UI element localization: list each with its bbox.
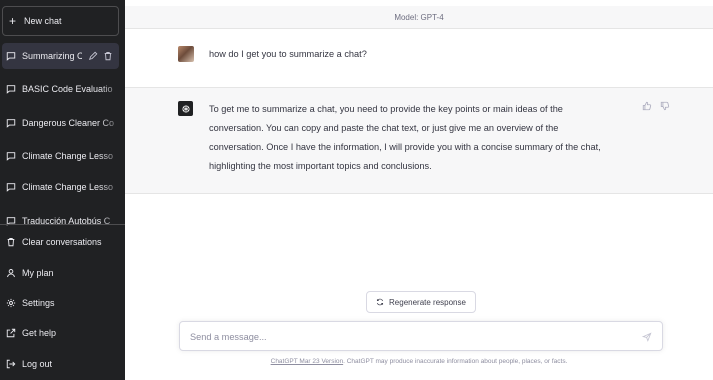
log-out-button[interactable]: Log out — [0, 351, 125, 377]
sidebar: + New chat Summarizing C BASIC Code Eval… — [0, 0, 125, 380]
conversation-item[interactable]: BASIC Code Evaluatio — [0, 76, 125, 102]
log-out-label: Log out — [22, 359, 53, 369]
footer-disclaimer: ChatGPT Mar 23 Version. ChatGPT may prod… — [125, 358, 713, 365]
get-help-label: Get help — [22, 328, 57, 338]
plus-icon: + — [9, 14, 17, 28]
conversation-title: Climate Change Lesso — [22, 182, 125, 192]
model-label: Model: GPT-4 — [394, 12, 444, 22]
thumbs-up-icon[interactable] — [642, 101, 652, 111]
assistant-line: conversation. You can copy and paste the… — [209, 123, 559, 133]
model-header: Model: GPT-4 — [125, 6, 713, 29]
get-help-button[interactable]: Get help — [0, 320, 125, 346]
refresh-icon — [376, 298, 384, 306]
sidebar-divider — [0, 224, 125, 225]
gear-icon — [6, 298, 16, 308]
version-link[interactable]: ChatGPT Mar 23 Version — [271, 358, 344, 365]
conversation-item[interactable]: Dangerous Cleaner Co — [0, 110, 125, 136]
user-icon — [6, 268, 16, 278]
edit-icon[interactable] — [88, 51, 98, 61]
message-input[interactable] — [190, 329, 620, 345]
assistant-line: To get me to summarize a chat, you need … — [209, 104, 563, 114]
trash-icon — [6, 237, 16, 247]
my-plan-label: My plan — [22, 268, 54, 278]
conversation-title: Summarizing C — [22, 51, 82, 61]
disclaimer-text: . ChatGPT may produce inaccurate informa… — [343, 358, 568, 365]
conversation-item-active[interactable]: Summarizing C — [2, 43, 119, 69]
chat-bubble-icon — [6, 51, 16, 61]
clear-conversations-label: Clear conversations — [22, 237, 102, 247]
clear-conversations-button[interactable]: Clear conversations — [0, 229, 125, 255]
assistant-message: To get me to summarize a chat, you need … — [125, 88, 713, 194]
regenerate-response-button[interactable]: Regenerate response — [366, 291, 476, 313]
conversation-title: Climate Change Lesso — [22, 151, 125, 161]
new-chat-label: New chat — [24, 16, 62, 26]
settings-button[interactable]: Settings — [0, 290, 125, 316]
conversation-item[interactable]: Climate Change Lesso — [0, 174, 125, 200]
message-composer — [179, 321, 663, 351]
user-avatar — [178, 46, 194, 62]
user-message-text: how do I get you to summarize a chat? — [209, 49, 367, 59]
conversation-title: Dangerous Cleaner Co — [22, 118, 125, 128]
chat-bubble-icon — [6, 84, 16, 94]
settings-label: Settings — [22, 298, 55, 308]
assistant-avatar — [178, 101, 193, 116]
chat-bubble-icon — [6, 182, 16, 192]
assistant-line: conversation. Once I have the informatio… — [209, 142, 601, 152]
my-plan-button[interactable]: My plan — [0, 260, 125, 286]
send-icon[interactable] — [642, 332, 652, 342]
feedback-buttons — [642, 101, 670, 111]
new-chat-button[interactable]: + New chat — [2, 6, 119, 36]
regenerate-label: Regenerate response — [389, 297, 466, 307]
logout-icon — [6, 359, 16, 369]
chat-main: Model: GPT-4 how do I get you to summari… — [125, 0, 713, 380]
assistant-line: highlighting the most important topics a… — [209, 161, 432, 171]
external-link-icon — [6, 328, 16, 338]
thumbs-down-icon[interactable] — [660, 101, 670, 111]
conversation-title: BASIC Code Evaluatio — [22, 84, 125, 94]
assistant-message-text: To get me to summarize a chat, you need … — [209, 100, 649, 176]
chat-bubble-icon — [6, 151, 16, 161]
openai-logo-icon — [181, 104, 190, 113]
trash-icon[interactable] — [103, 51, 113, 61]
chat-bubble-icon — [6, 118, 16, 128]
conversation-item[interactable]: Climate Change Lesso — [0, 143, 125, 169]
user-message: how do I get you to summarize a chat? — [125, 30, 713, 88]
